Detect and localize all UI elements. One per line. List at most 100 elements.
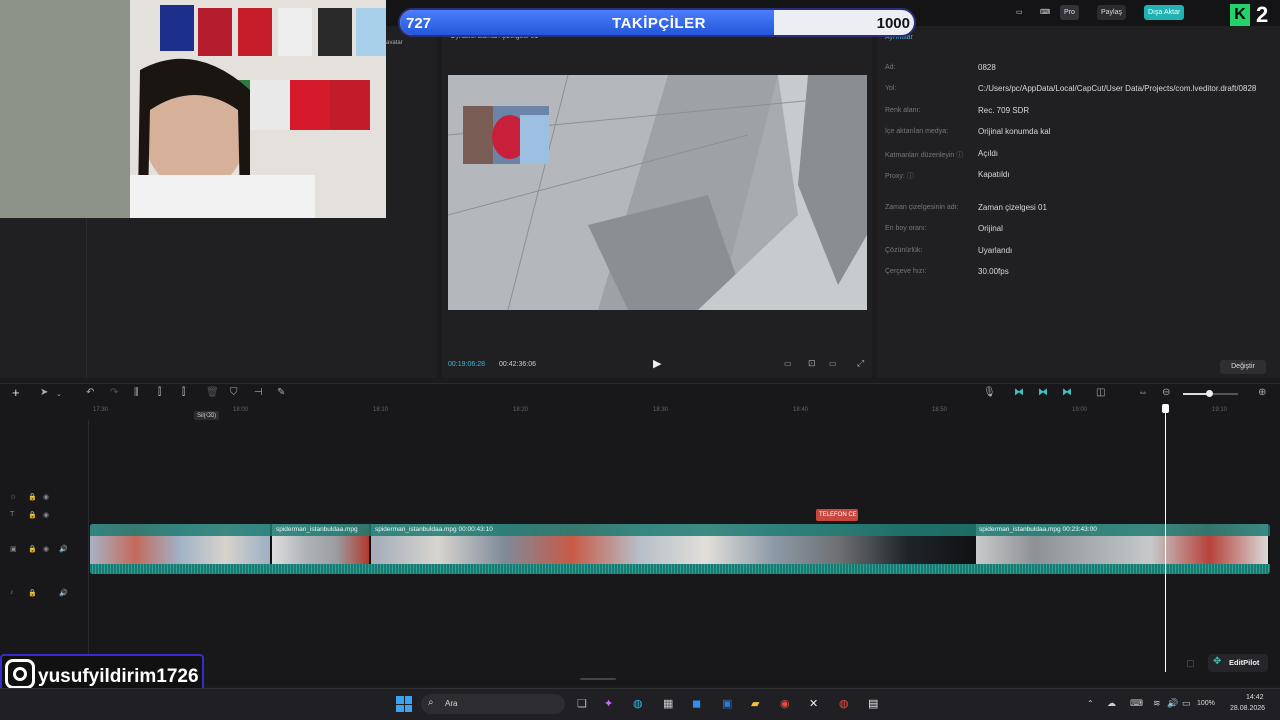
editpilot-button[interactable]: ✥ EditPilot <box>1208 654 1268 672</box>
task-view-icon[interactable]: ❏ <box>577 697 587 710</box>
battery-percent: 100% <box>1197 700 1215 707</box>
fit-timeline-icon[interactable]: ⇔ <box>1138 387 1148 398</box>
taskbar-search[interactable]: ⌕ Ara <box>421 694 565 714</box>
split-icon[interactable]: ⫼ <box>134 387 139 398</box>
preview-axis-icon[interactable]: ◫ <box>1096 387 1105 398</box>
capcut-icon[interactable]: ✕ <box>809 697 818 710</box>
eye-icon[interactable]: ◉ <box>43 493 49 501</box>
delete-icon[interactable]: 🗑 <box>206 387 219 398</box>
sticker-track-icon: ☆ <box>10 494 17 501</box>
split-right-icon[interactable]: ⫿ <box>182 387 185 398</box>
add-track-icon[interactable]: + <box>12 385 20 400</box>
chrome-icon[interactable]: ◉ <box>780 697 790 710</box>
webcam-feed <box>0 0 386 218</box>
marker-icon[interactable]: ⛉ <box>230 387 238 398</box>
ai-tool-icon[interactable]: ✎ <box>277 387 285 398</box>
ruler-tick: 18:50 <box>932 407 948 413</box>
magnet-icon[interactable]: ⧓ <box>1038 387 1048 398</box>
prop-aspect-label: En boy oranı: <box>885 225 927 232</box>
clock-time[interactable]: 14:42 <box>1246 694 1264 701</box>
app-icon[interactable]: ◼ <box>692 697 701 710</box>
layout-icon[interactable]: ▭ <box>1012 5 1027 20</box>
prop-path-value: C:/Users/pc/AppData/Local/CapCut/User Da… <box>978 84 1257 93</box>
video-frame-illustration <box>448 75 867 310</box>
redo-icon[interactable]: ↷ <box>110 387 118 398</box>
crop-icon[interactable]: ⊣ <box>254 387 263 398</box>
lock-icon[interactable]: 🔒 <box>28 589 37 597</box>
change-button[interactable]: Değiştir <box>1220 360 1266 374</box>
playhead[interactable] <box>1165 412 1166 672</box>
horizontal-scrollbar[interactable] <box>580 678 616 680</box>
share-label: Paylaş <box>1101 9 1123 16</box>
prop-layers-label: Katmanları düzenleyin ⓘ <box>885 152 964 159</box>
cloud-icon[interactable]: ☁ <box>1107 698 1116 709</box>
epic-games-icon[interactable]: ▤ <box>868 697 878 710</box>
audio-icon[interactable]: 🔊 <box>59 589 68 597</box>
ruler-tick: 19:00 <box>1072 407 1088 413</box>
chevron-down-icon[interactable]: ⌄ <box>56 390 62 398</box>
media-tab-label[interactable]: avatar <box>386 40 403 46</box>
ruler-tick: 19:10 <box>1212 407 1228 413</box>
shortcut-icon[interactable]: ⌨ <box>1036 5 1054 20</box>
pro-button[interactable]: Pro <box>1060 5 1079 20</box>
zoom-slider-thumb[interactable] <box>1206 390 1213 397</box>
timeline-marker[interactable]: TELEFON CE <box>816 509 858 521</box>
lock-icon[interactable]: 🔒 <box>28 545 37 553</box>
file-explorer-icon[interactable]: ▰ <box>751 697 759 710</box>
zoom-slider[interactable] <box>1183 390 1238 397</box>
prop-color-label: Renk alanı: <box>885 107 921 114</box>
screenshot-icon[interactable]: ⊡ <box>808 358 816 369</box>
windows-start-icon[interactable] <box>396 696 412 712</box>
audio-icon[interactable]: 🔊 <box>59 545 68 553</box>
fit-icon[interactable]: ▭ <box>784 359 792 368</box>
prop-media-value: Orijinal konumda kal <box>978 127 1051 136</box>
ruler-tick: 18:20 <box>513 407 529 413</box>
keyboard-icon[interactable]: ⌨ <box>1130 698 1143 709</box>
play-icon[interactable]: ▶ <box>653 357 661 370</box>
zoom-in-icon[interactable]: ⊕ <box>1258 387 1266 398</box>
eye-icon[interactable]: ◉ <box>43 511 49 519</box>
instagram-lens <box>13 667 27 681</box>
pro-label: Pro <box>1064 9 1075 16</box>
search-icon: ⌕ <box>428 697 434 708</box>
text-track-icon: T <box>10 511 15 518</box>
chevron-up-icon[interactable]: ⌃ <box>1087 699 1094 708</box>
undo-icon[interactable]: ↶ <box>86 387 94 398</box>
export-button[interactable]: Dışa Aktar <box>1144 5 1185 20</box>
lock-icon[interactable]: 🔒 <box>28 511 37 519</box>
zoom-out-icon[interactable]: ⊖ <box>1162 387 1170 398</box>
share-button[interactable]: Paylaş <box>1097 5 1127 20</box>
mic-icon[interactable]: 🎙 <box>983 387 996 398</box>
prop-name-label: Ad: <box>885 64 896 71</box>
edge-icon[interactable]: ◍ <box>633 697 643 710</box>
editpilot-icon: ✥ <box>1213 656 1222 667</box>
fullscreen-icon[interactable]: ⤢ <box>857 358 864 369</box>
app-icon[interactable]: ▣ <box>722 697 732 710</box>
lock-icon[interactable]: 🔒 <box>28 493 37 501</box>
snap-icon[interactable]: ⧓ <box>1062 387 1072 398</box>
video-track-icon: ▣ <box>10 546 17 553</box>
ruler-tick: 18:40 <box>793 407 809 413</box>
copilot-icon[interactable]: ✦ <box>604 697 613 710</box>
prop-color-value: Rec. 709 SDR <box>978 106 1030 115</box>
volume-icon[interactable]: 🔊 <box>1167 698 1178 709</box>
app-icon[interactable]: ◍ <box>839 697 849 710</box>
feedback-icon[interactable]: ▢ <box>1182 655 1199 672</box>
total-time: 00:42:36:06 <box>499 361 536 368</box>
link-icon[interactable]: ⧓ <box>1014 387 1024 398</box>
ruler-tick: 17:30 <box>93 407 109 413</box>
battery-icon[interactable]: ▭ <box>1182 698 1191 709</box>
prop-timeline-name-value: Zaman çizelgesi 01 <box>978 203 1047 212</box>
prop-resolution-value: Uyarlandı <box>978 246 1013 255</box>
eye-icon[interactable]: ◉ <box>43 545 49 553</box>
store-icon[interactable]: ▦ <box>663 697 673 710</box>
ratio-icon[interactable]: ▭ <box>829 359 837 368</box>
prop-media-label: İçe aktarılan medya: <box>885 128 949 135</box>
clock-date[interactable]: 28.08.2026 <box>1230 705 1265 712</box>
split-left-icon[interactable]: ⫿ <box>158 387 161 398</box>
wifi-icon[interactable]: ≋ <box>1153 698 1161 709</box>
current-time: 00:19:06:28 <box>448 361 485 368</box>
follower-current: 727 <box>406 15 432 32</box>
select-tool-icon[interactable]: ➤ <box>40 387 48 398</box>
details-panel: Ayrıntılar <box>877 26 1280 378</box>
